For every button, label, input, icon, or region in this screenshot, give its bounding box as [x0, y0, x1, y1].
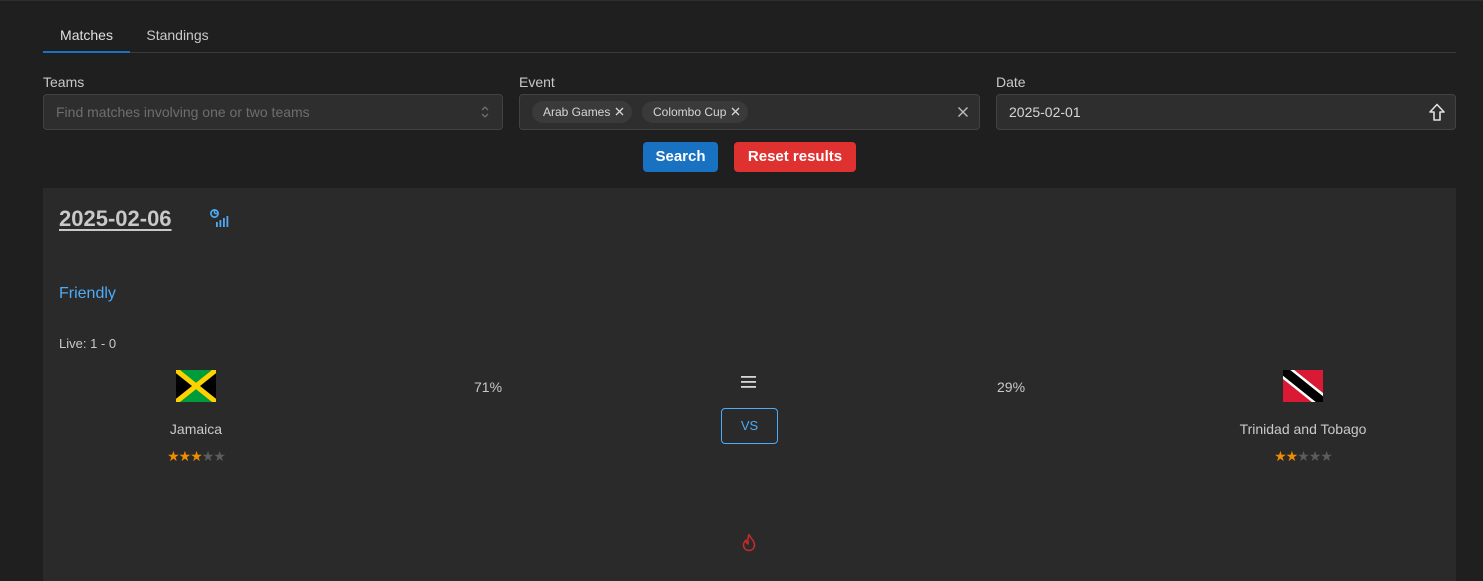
tab-standings[interactable]: Standings: [130, 18, 225, 53]
event-pill-label: Arab Games: [543, 105, 611, 119]
tab-matches[interactable]: Matches: [43, 18, 130, 53]
date-value: 2025-02-01: [1009, 104, 1081, 120]
jamaica-flag: [176, 370, 216, 402]
date-label: Date: [996, 74, 1026, 90]
arrow-up-icon[interactable]: [1428, 103, 1446, 122]
tab-bar: Matches Standings: [43, 18, 1456, 53]
home-rating: ★★★★★: [76, 449, 316, 463]
teams-placeholder: Find matches involving one or two teams: [56, 104, 310, 120]
star-icon: ★: [178, 448, 192, 464]
teams-select[interactable]: Find matches involving one or two teams: [43, 94, 503, 130]
event-pill: Arab Games: [532, 101, 633, 123]
menu-icon[interactable]: [740, 375, 757, 389]
away-win-probability: 29%: [997, 379, 1026, 395]
away-team: Trinidad and Tobago ★★★★★: [1183, 370, 1423, 463]
event-multiselect[interactable]: Arab Games Colombo Cup: [519, 94, 980, 130]
star-icon: ★: [167, 448, 180, 464]
vs-button[interactable]: VS: [721, 408, 778, 444]
event-pill: Colombo Cup: [642, 101, 749, 123]
remove-pill-icon[interactable]: [614, 106, 625, 117]
star-icon: ★: [190, 448, 203, 464]
trinidad-and-tobago-flag: [1283, 370, 1323, 402]
home-team-name: Jamaica: [169, 421, 223, 437]
away-team-name: Trinidad and Tobago: [1239, 421, 1367, 437]
date-input[interactable]: 2025-02-01: [996, 94, 1456, 130]
match-date-link[interactable]: 2025-02-06: [59, 206, 172, 232]
star-icon: ★: [1285, 448, 1299, 464]
home-team: Jamaica ★★★★★: [76, 370, 316, 463]
star-icon: ★: [1274, 448, 1287, 464]
search-button[interactable]: Search: [643, 142, 718, 172]
star-icon: ★: [1297, 448, 1310, 464]
stats-chart-icon[interactable]: [209, 208, 231, 230]
flame-icon: [742, 533, 756, 552]
star-icon: ★: [1320, 448, 1333, 464]
star-icon: ★: [1308, 448, 1322, 464]
home-win-probability: 71%: [474, 379, 503, 395]
top-border: [0, 0, 1483, 1]
star-icon: ★: [213, 448, 226, 464]
reset-results-button[interactable]: Reset results: [734, 142, 856, 172]
match-card: 2025-02-06 Friendly Live: 1 - 0 Jamaica …: [43, 188, 1456, 581]
event-pill-label: Colombo Cup: [653, 105, 727, 119]
away-rating: ★★★★★: [1183, 449, 1423, 463]
chevron-updown-icon: [481, 106, 489, 118]
event-label: Event: [519, 74, 555, 90]
close-icon[interactable]: [957, 106, 969, 118]
live-score: Live: 1 - 0: [59, 336, 117, 351]
event-link[interactable]: Friendly: [59, 285, 116, 303]
teams-label: Teams: [43, 74, 85, 90]
remove-pill-icon[interactable]: [730, 106, 741, 117]
star-icon: ★: [201, 448, 215, 464]
